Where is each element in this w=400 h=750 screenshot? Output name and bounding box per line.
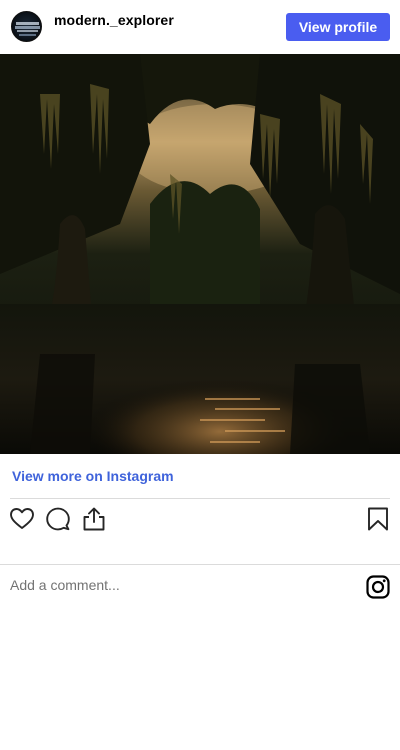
comment-bar xyxy=(0,564,400,609)
post-image[interactable] xyxy=(0,54,400,454)
post-header: modern._explorer View profile xyxy=(0,0,400,54)
view-more-link[interactable]: View more on Instagram xyxy=(12,468,174,484)
divider xyxy=(10,498,390,499)
share-icon[interactable] xyxy=(81,506,107,532)
comment-input[interactable] xyxy=(10,577,350,593)
avatar[interactable] xyxy=(11,11,42,42)
username[interactable]: modern._explorer xyxy=(54,12,174,28)
bookmark-icon[interactable] xyxy=(365,506,391,532)
view-profile-button[interactable]: View profile xyxy=(286,13,390,41)
heart-icon[interactable] xyxy=(9,506,35,532)
avatar-image xyxy=(15,22,40,36)
instagram-icon[interactable] xyxy=(366,575,390,599)
swamp-photo xyxy=(0,54,400,454)
comment-icon[interactable] xyxy=(45,506,71,532)
